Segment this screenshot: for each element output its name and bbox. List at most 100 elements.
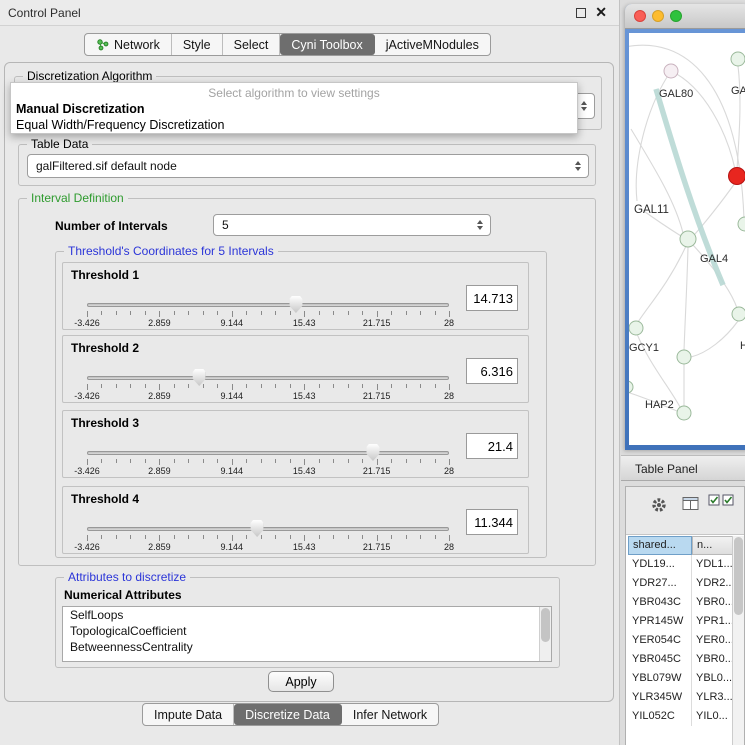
table-scrollbar[interactable]: [732, 536, 744, 745]
table-toolbar: [626, 487, 744, 535]
column-header-name[interactable]: n...: [692, 536, 735, 555]
node-label-gal4: GAL4: [700, 253, 728, 265]
tab-select[interactable]: Select: [223, 34, 281, 55]
apply-button[interactable]: Apply: [268, 671, 334, 692]
tab-style[interactable]: Style: [172, 34, 223, 55]
table-cell: YDR27...: [628, 574, 692, 593]
attribute-list-item[interactable]: SelfLoops: [63, 607, 551, 623]
table-row[interactable]: YLR345WYLR3...: [628, 688, 732, 707]
threshold-3-slider[interactable]: -3.4262.8599.14415.4321.71528: [87, 443, 449, 477]
table-panel-title: Table Panel: [635, 462, 698, 476]
table-row[interactable]: YER054CYER0...: [628, 631, 732, 650]
algorithm-option-manual[interactable]: Manual Discretization: [11, 101, 577, 117]
slider-ticks: [87, 535, 449, 542]
close-traffic-icon[interactable]: [634, 10, 646, 22]
node-lower-right[interactable]: [732, 307, 745, 321]
table-cell: YLR345W: [628, 688, 692, 707]
node-left-edge[interactable]: [629, 381, 633, 393]
threshold-4-value-field[interactable]: [466, 509, 518, 535]
table-cell: YBL0...: [692, 669, 732, 688]
table-cell: YPR145W: [628, 612, 692, 631]
threshold-4-box: Threshold 4 -3.4262.8599.14415.4321.7152…: [62, 486, 529, 554]
threshold-label: Threshold 2: [71, 341, 139, 355]
minimize-traffic-icon[interactable]: [652, 10, 664, 22]
close-icon[interactable]: ✕: [595, 4, 607, 21]
node-gcy1[interactable]: [629, 321, 643, 335]
table-columns-icon[interactable]: [682, 496, 700, 512]
node-gal80[interactable]: [664, 64, 678, 78]
unselect-all-checkbox-icon[interactable]: [722, 494, 734, 506]
algorithm-placeholder-option[interactable]: Select algorithm to view settings: [11, 85, 577, 101]
network-canvas[interactable]: GAL80 GA GAL11 GAL4 GCY1 HAP2 H: [629, 33, 745, 445]
threshold-2-slider[interactable]: -3.4262.8599.14415.4321.71528: [87, 368, 449, 402]
tab-label: Discretize Data: [245, 708, 330, 722]
node-label-hap2: HAP2: [645, 399, 674, 411]
select-all-checkbox-icon[interactable]: [708, 494, 720, 506]
control-panel-title: Control Panel: [8, 6, 81, 20]
table-cell: YBR0...: [692, 650, 732, 669]
group-title: Table Data: [27, 137, 92, 151]
table-cell: YLR3...: [692, 688, 732, 707]
slider-ticks: [87, 311, 449, 318]
group-title: Discretization Algorithm: [23, 69, 156, 83]
table-row[interactable]: YIL052CYIL0...: [628, 707, 732, 726]
network-window-titlebar[interactable]: [625, 4, 745, 29]
threshold-1-value-field[interactable]: [466, 285, 518, 311]
threshold-2-value-field[interactable]: [466, 358, 518, 384]
attribute-list-item[interactable]: BetweennessCentrality: [63, 639, 551, 655]
threshold-3-box: Threshold 3 -3.4262.8599.14415.4321.7152…: [62, 410, 529, 478]
table-row[interactable]: YBL079WYBL0...: [628, 669, 732, 688]
slider-track: [87, 451, 449, 455]
table-row[interactable]: YPR145WYPR1...: [628, 612, 732, 631]
threshold-4-slider[interactable]: -3.4262.8599.14415.4321.71528: [87, 519, 449, 553]
control-panel: Control Panel ✕ Network Style Select: [0, 0, 620, 745]
node-gal4[interactable]: [680, 231, 696, 247]
node-hap2[interactable]: [677, 406, 691, 420]
tab-label: Impute Data: [154, 708, 222, 722]
table-cell: YDR2...: [692, 574, 732, 593]
list-scrollbar[interactable]: [539, 607, 551, 661]
tab-infer-network[interactable]: Infer Network: [342, 704, 438, 725]
scrollbar-thumb[interactable]: [541, 608, 550, 642]
float-window-icon[interactable]: [576, 8, 586, 18]
tab-network[interactable]: Network: [85, 34, 172, 55]
tab-discretize-data[interactable]: Discretize Data: [234, 704, 342, 725]
tab-impute-data[interactable]: Impute Data: [143, 704, 234, 725]
table-data-combobox[interactable]: galFiltered.sif default node: [27, 154, 589, 178]
table-row[interactable]: YDL19...YDL1...: [628, 555, 732, 574]
slider-track: [87, 303, 449, 307]
network-icon: [96, 38, 109, 51]
threshold-1-slider[interactable]: -3.4262.8599.14415.4321.71528: [87, 295, 449, 329]
table-cell: YIL052C: [628, 707, 692, 726]
algorithm-option-equal-width[interactable]: Equal Width/Frequency Discretization: [11, 117, 577, 133]
node-selected-red[interactable]: [729, 168, 745, 185]
num-intervals-combobox[interactable]: 5: [213, 214, 491, 236]
threshold-3-value-field[interactable]: [466, 433, 518, 459]
node-label-h: H: [740, 340, 745, 352]
table-cell: YBL079W: [628, 669, 692, 688]
table-settings-gear-icon[interactable]: [650, 496, 668, 514]
table-row[interactable]: YDR27...YDR2...: [628, 574, 732, 593]
zoom-traffic-icon[interactable]: [670, 10, 682, 22]
table-cell: YDL1...: [692, 555, 732, 574]
node-right-edge[interactable]: [738, 217, 745, 231]
num-intervals-label: Number of Intervals: [55, 219, 168, 233]
node-top-right[interactable]: [731, 52, 745, 66]
table-panel-header[interactable]: Table Panel: [621, 455, 745, 481]
scrollbar-thumb[interactable]: [734, 537, 743, 615]
table-row[interactable]: YBR045CYBR0...: [628, 650, 732, 669]
tab-jactivemodules[interactable]: jActiveMNodules: [375, 34, 490, 55]
combobox-stepper-icon: [577, 97, 591, 115]
combobox-stepper-icon: [473, 216, 487, 234]
table-data-group: Table Data galFiltered.sif default node: [18, 144, 596, 186]
node-mid-lower[interactable]: [677, 350, 691, 364]
attribute-list-item[interactable]: TopologicalCoefficient: [63, 623, 551, 639]
network-view-window: GAL80 GA GAL11 GAL4 GCY1 HAP2 H: [625, 4, 745, 450]
node-label-ga: GA: [731, 85, 745, 97]
node-label-gal11: GAL11: [634, 204, 669, 216]
column-header-shared-name[interactable]: shared...: [628, 536, 692, 555]
table-row[interactable]: YBR043CYBR0...: [628, 593, 732, 612]
numerical-attributes-list[interactable]: SelfLoopsTopologicalCoefficientBetweenne…: [62, 606, 552, 662]
tab-cyni-toolbox[interactable]: Cyni Toolbox: [280, 34, 374, 55]
threshold-label: Threshold 4: [71, 492, 139, 506]
